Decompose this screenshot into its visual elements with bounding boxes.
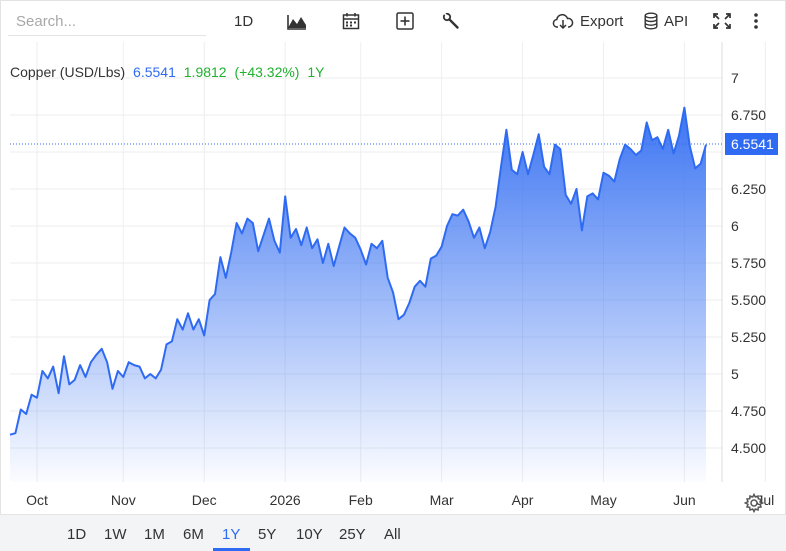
range-tab-1w[interactable]: 1W xyxy=(104,526,127,543)
chart-toolbar: 1D xyxy=(0,0,786,42)
y-tick-label: 5.250 xyxy=(731,329,766,345)
database-icon xyxy=(644,12,658,30)
fullscreen-button[interactable] xyxy=(712,10,732,32)
export-button[interactable]: Export xyxy=(552,10,623,32)
y-tick-label: 6.250 xyxy=(731,181,766,197)
y-tick-label: 6 xyxy=(731,218,739,234)
x-tick-label: Nov xyxy=(111,492,136,508)
chart-type-button[interactable] xyxy=(287,10,307,32)
export-label: Export xyxy=(580,12,624,30)
legend-last-value: 6.5541 xyxy=(133,64,176,80)
current-price-tag-label: 6.5541 xyxy=(731,136,774,152)
range-tab-6m[interactable]: 6M xyxy=(183,526,204,543)
interval-button[interactable]: 1D xyxy=(234,10,253,32)
range-selector: 1D 1W 1M 6M 1Y 5Y 10Y 25Y All xyxy=(0,514,786,551)
x-tick-label: Jun xyxy=(673,492,696,508)
cloud-download-icon xyxy=(552,13,574,29)
x-tick-label: Dec xyxy=(192,492,217,508)
x-tick-label: Apr xyxy=(512,492,534,508)
chart-area[interactable]: 4.500 4.750 5 5.250 5.500 5.750 6 6.250 6.750 7 O… xyxy=(0,42,786,514)
api-button[interactable]: API xyxy=(644,10,688,32)
calendar-icon xyxy=(342,13,360,30)
legend-change: 1.9812 xyxy=(184,64,227,80)
x-tick-label: May xyxy=(590,492,616,508)
range-tab-all[interactable]: All xyxy=(384,526,401,543)
more-options-button[interactable] xyxy=(752,10,760,32)
x-tick-label: Mar xyxy=(430,492,454,508)
mountain-chart-icon xyxy=(287,15,306,30)
date-range-button[interactable] xyxy=(342,10,360,32)
y-tick-label: 5.750 xyxy=(731,255,766,271)
range-tab-10y[interactable]: 10Y xyxy=(296,526,323,543)
range-tab-1y[interactable]: 1Y xyxy=(222,526,240,543)
legend-series-name: Copper (USD/Lbs) xyxy=(10,64,125,80)
range-tab-5y[interactable]: 5Y xyxy=(258,526,276,543)
range-tab-25y[interactable]: 25Y xyxy=(339,526,366,543)
y-tick-label: 4.750 xyxy=(731,403,766,419)
y-tick-label: 5.500 xyxy=(731,292,766,308)
range-tab-1d[interactable]: 1D xyxy=(67,526,86,543)
drawing-tools-button[interactable] xyxy=(442,10,460,32)
price-area-fill xyxy=(10,107,706,482)
interval-label: 1D xyxy=(234,12,254,30)
search-input[interactable] xyxy=(8,8,206,36)
range-tab-1m[interactable]: 1M xyxy=(144,526,165,543)
legend-change-pct: (+43.32%) xyxy=(234,64,299,80)
api-label: API xyxy=(664,12,689,30)
plus-square-icon xyxy=(396,12,414,30)
y-tick-label: 4.500 xyxy=(731,440,766,456)
fullscreen-icon xyxy=(713,13,731,29)
x-tick-label: Oct xyxy=(26,492,48,508)
svg-text:Copper (USD/Lbs) 6.554: Copper (USD/Lbs) 6.5541 1.9812 (+43.32%)… xyxy=(10,64,325,80)
y-tick-label: 7 xyxy=(731,70,739,86)
price-chart[interactable]: 4.500 4.750 5 5.250 5.500 5.750 6 6.250 6.750 7 O… xyxy=(0,42,786,514)
x-tick-label: Feb xyxy=(349,492,373,508)
y-tick-label: 6.750 xyxy=(731,107,766,123)
x-tick-label: 2026 xyxy=(270,492,301,508)
wrench-icon xyxy=(442,12,459,29)
kebab-menu-icon xyxy=(754,13,758,29)
add-indicator-button[interactable] xyxy=(396,10,414,32)
y-tick-label: 5 xyxy=(731,366,739,382)
legend-period: 1Y xyxy=(307,64,325,80)
gear-icon xyxy=(743,492,765,514)
